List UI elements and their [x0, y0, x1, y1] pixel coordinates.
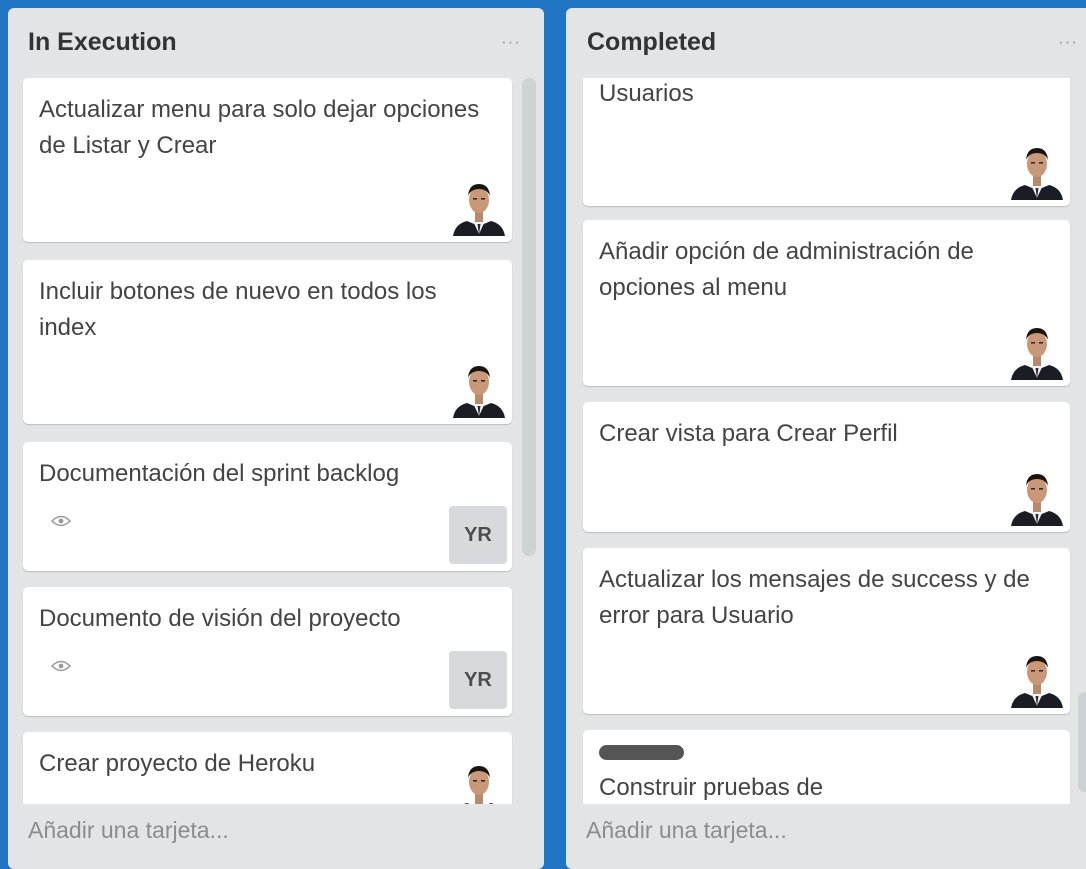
card-title: Incluir botones de nuevo en todos los in… — [39, 278, 437, 341]
card-title: Añadir opción de administración de opcio… — [599, 238, 974, 301]
ellipsis-icon[interactable]: ··· — [1058, 32, 1078, 52]
member-avatar[interactable] — [1009, 138, 1065, 200]
card-title: Construir pruebas de — [599, 774, 824, 801]
list-completed: Completed ··· Usuarios Añadir opción de … — [566, 8, 1086, 869]
scrollbar[interactable] — [522, 78, 536, 556]
member-avatar[interactable] — [1009, 464, 1065, 526]
member-avatar[interactable] — [1009, 646, 1065, 708]
card-title: Documentación del sprint backlog — [39, 460, 400, 487]
list-in-execution: In Execution ··· Actualizar menu para so… — [8, 8, 544, 869]
card-list: Actualizar menu para solo dejar opciones… — [8, 78, 544, 804]
card[interactable]: Construir pruebas de — [583, 730, 1070, 804]
card[interactable]: Crear vista para Crear Perfil — [583, 402, 1070, 532]
list-title[interactable]: In Execution — [28, 28, 177, 57]
list-header: Completed ··· — [566, 8, 1086, 78]
add-card-button[interactable]: Añadir una tarjeta... — [28, 817, 229, 844]
member-initials[interactable]: YR — [449, 651, 507, 709]
card[interactable]: Incluir botones de nuevo en todos los in… — [23, 260, 512, 424]
member-avatar[interactable] — [451, 174, 507, 236]
card-list: Usuarios Añadir opción de administración… — [566, 78, 1086, 804]
member-initials[interactable]: YR — [449, 506, 507, 564]
ellipsis-icon[interactable]: ··· — [501, 32, 521, 52]
card[interactable]: Añadir opción de administración de opcio… — [583, 220, 1070, 386]
card[interactable]: Actualizar los mensajes de success y de … — [583, 548, 1070, 714]
eye-icon — [50, 514, 72, 532]
card-title: Actualizar menu para solo dejar opciones… — [39, 96, 480, 159]
card-title: Crear vista para Crear Perfil — [599, 420, 898, 447]
scrollbar[interactable] — [1078, 692, 1086, 792]
member-avatar[interactable] — [1009, 318, 1065, 380]
card[interactable]: Usuarios — [583, 78, 1070, 206]
list-title[interactable]: Completed — [587, 28, 716, 57]
card-title: Actualizar los mensajes de success y de … — [599, 566, 1030, 629]
card[interactable]: Documento de visión del proyecto YR — [23, 587, 512, 716]
card-title: Documento de visión del proyecto — [39, 605, 401, 632]
card[interactable]: Documentación del sprint backlog YR — [23, 442, 512, 571]
member-avatar[interactable] — [451, 356, 507, 418]
card-title: Usuarios — [599, 80, 694, 107]
card-title: Crear proyecto de Heroku — [39, 750, 316, 777]
card-label[interactable] — [599, 745, 684, 760]
card[interactable]: Crear proyecto de Heroku — [23, 732, 512, 804]
card[interactable]: Actualizar menu para solo dejar opciones… — [23, 78, 512, 242]
add-card-button[interactable]: Añadir una tarjeta... — [586, 817, 787, 844]
list-header: In Execution ··· — [8, 8, 544, 78]
eye-icon — [50, 659, 72, 677]
member-avatar[interactable] — [451, 756, 507, 804]
